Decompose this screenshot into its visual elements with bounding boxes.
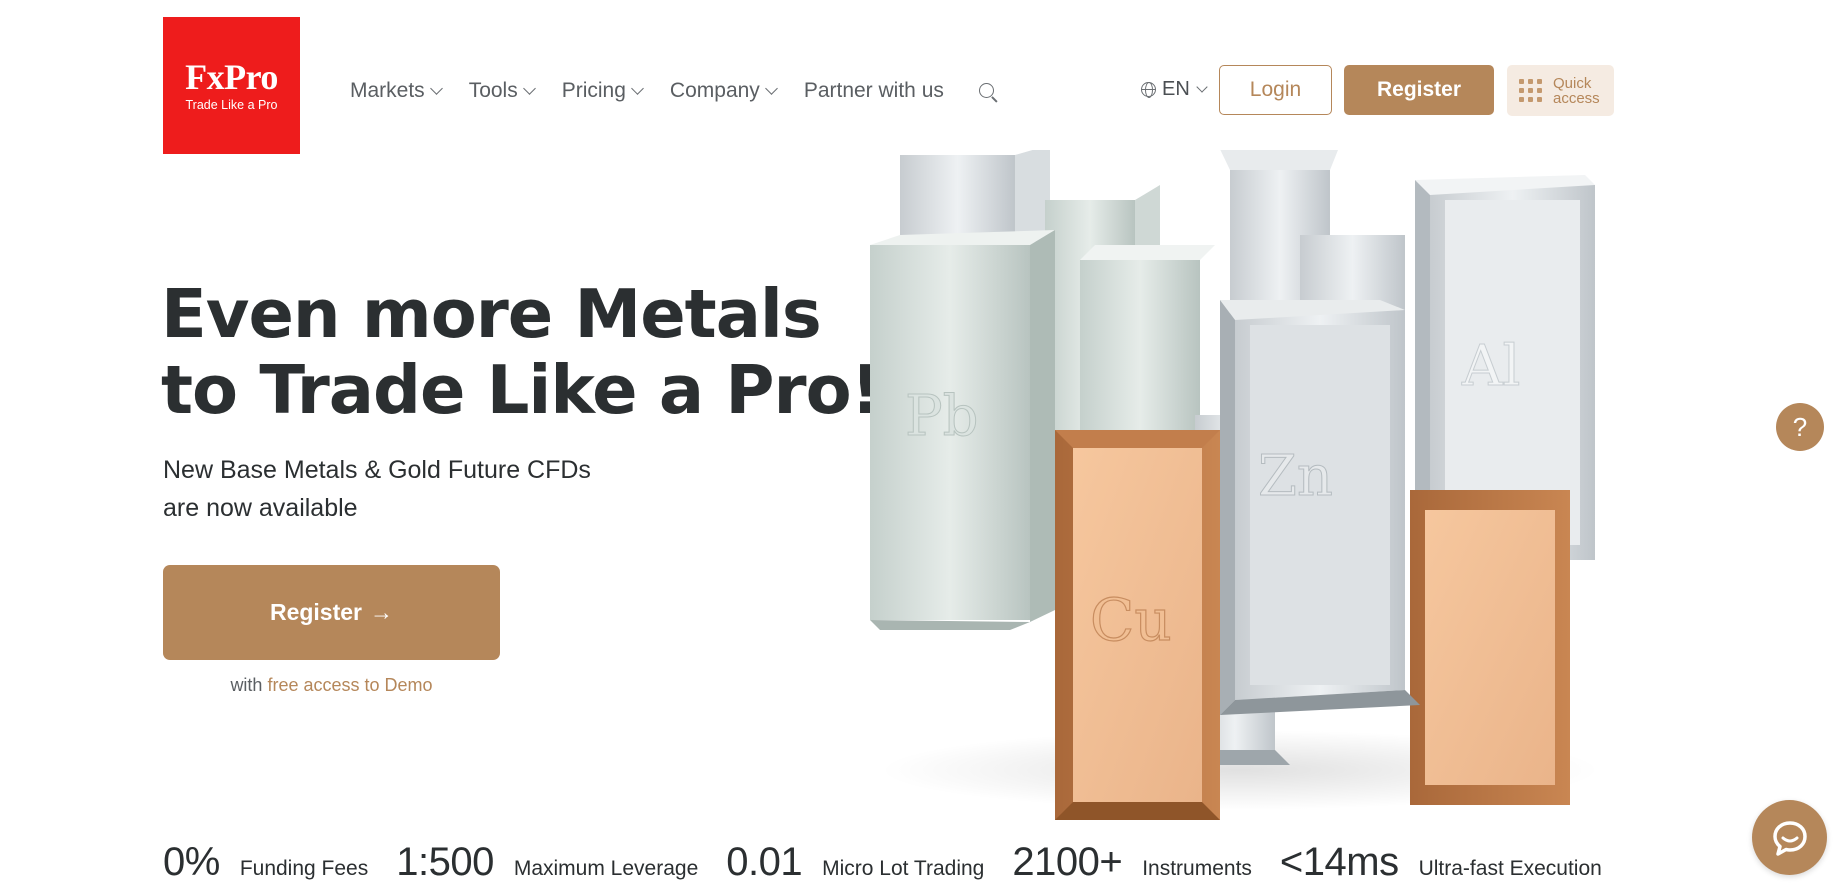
demo-link[interactable]: free access to Demo [267, 675, 432, 695]
stat-value: 2100+ [1012, 840, 1123, 884]
copper-bar-right [1410, 490, 1570, 805]
nav-item-markets[interactable]: Markets [350, 79, 443, 103]
search-icon[interactable] [977, 80, 999, 102]
help-button[interactable]: ? [1776, 403, 1824, 451]
svg-text:Cu: Cu [1090, 586, 1172, 654]
nav-item-label: Partner with us [803, 79, 944, 102]
chevron-down-icon [522, 81, 536, 95]
chevron-down-icon [631, 81, 644, 95]
globe-icon [1141, 82, 1156, 98]
metal-bars-illustration: Pb Cu Al Zn [870, 150, 1600, 820]
language-label: EN [1162, 78, 1190, 100]
stat-label: Instruments [1142, 857, 1252, 880]
stat-value: 0.01 [726, 840, 803, 884]
nav-item-label: Pricing [561, 79, 626, 102]
hero-register-label: Register [269, 599, 363, 625]
demo-note: with free access to Demo [163, 675, 500, 696]
language-selector[interactable]: EN [1141, 78, 1208, 101]
cu-bar: Cu [1055, 430, 1220, 820]
demo-prefix: with [230, 675, 263, 695]
chevron-down-icon [429, 81, 443, 95]
stat-label: Funding Fees [239, 857, 369, 880]
grid-icon [1519, 79, 1542, 102]
nav-item-label: Markets [350, 79, 425, 102]
arrow-right-icon: → [370, 599, 394, 625]
nav-item-label: Company [669, 79, 760, 102]
logo-tagline: Trade Like a Pro [185, 98, 278, 112]
nav-item-company[interactable]: Company [669, 79, 778, 103]
main-nav: Markets Tools Pricing Company Partner wi… [350, 76, 999, 106]
svg-text:Pb: Pb [905, 384, 979, 449]
nav-item-label: Tools [468, 79, 518, 102]
quick-access-button[interactable]: Quick access [1507, 65, 1614, 116]
stat-value: 0% [163, 840, 220, 884]
stat-label: Ultra-fast Execution [1418, 857, 1602, 880]
hero-title: Even more Metals to Trade Like a Pro! [161, 275, 881, 429]
stat-value: <14ms [1279, 840, 1399, 884]
stats-strip: 0% Funding Fees 1:500 Maximum Leverage 0… [163, 840, 1630, 885]
nav-item-partner[interactable]: Partner with us [804, 79, 944, 103]
pb-bar: Pb [870, 230, 1055, 630]
fxpro-logo[interactable]: FxPro Trade Like a Pro [163, 17, 300, 154]
zn-bar: Zn [1220, 300, 1420, 715]
register-button[interactable]: Register [1344, 65, 1494, 115]
svg-text:Al: Al [1461, 334, 1520, 399]
hero-subtitle: New Base Metals & Gold Future CFDs are n… [163, 456, 591, 522]
logo-wordmark: FxPro [185, 57, 278, 97]
chevron-down-icon [1196, 81, 1208, 93]
chat-icon [1772, 820, 1807, 856]
login-button[interactable]: Login [1219, 65, 1332, 115]
hero-register-button[interactable]: Register → [163, 565, 500, 660]
chevron-down-icon [764, 81, 778, 95]
quick-access-label: Quick access [1553, 74, 1600, 107]
back-bar-1 [900, 150, 1050, 245]
stat-value: 1:500 [396, 840, 494, 884]
chat-button[interactable] [1752, 800, 1827, 875]
stat-label: Maximum Leverage [513, 857, 699, 880]
nav-item-pricing[interactable]: Pricing [561, 79, 644, 103]
nav-item-tools[interactable]: Tools [468, 79, 536, 103]
svg-text:Zn: Zn [1258, 444, 1333, 509]
stat-label: Micro Lot Trading [822, 857, 985, 880]
